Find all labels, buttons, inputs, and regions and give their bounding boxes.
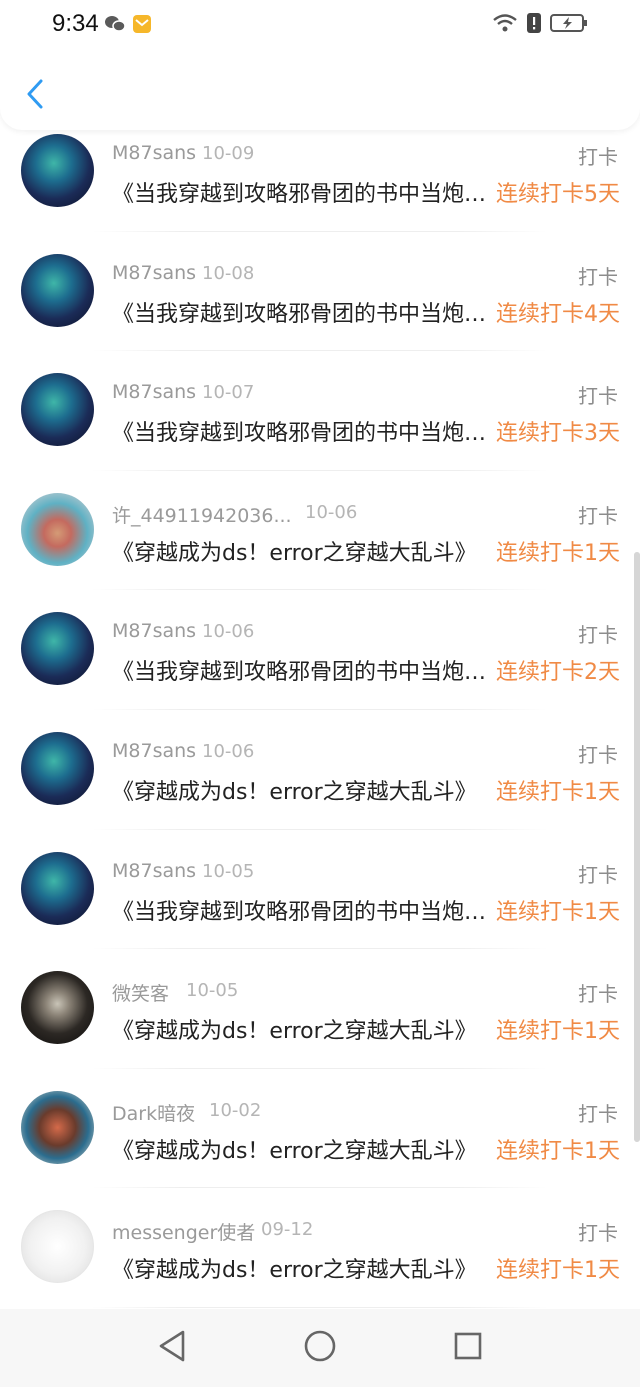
streak-label: 连续打卡1天: [496, 540, 620, 566]
list-item[interactable]: 许_44911942036... 10-06 打卡《穿越成为ds！error之穿越大…: [0, 471, 640, 591]
checkin-date: 10-05: [202, 860, 255, 882]
user-name[interactable]: 微笑客: [112, 979, 169, 1006]
streak-label: 连续打卡1天: [496, 899, 620, 925]
alert-icon: [526, 12, 542, 38]
user-name[interactable]: M87sans: [112, 381, 196, 403]
user-name[interactable]: M87sans: [112, 142, 196, 164]
list-item[interactable]: messenger使者 09-12 打卡《穿越成为ds！error之穿越大乱斗》 连续…: [0, 1188, 640, 1308]
checkin-date: 10-06: [202, 621, 255, 643]
home-circle-icon: [303, 1329, 337, 1367]
user-name[interactable]: M87sans: [112, 860, 196, 882]
record-type-label: 打卡: [578, 742, 618, 767]
record-type-label: 打卡: [578, 264, 618, 289]
row-divider: [92, 1306, 548, 1308]
status-right-icons: [492, 12, 588, 38]
user-name[interactable]: 许_44911942036...: [112, 501, 292, 528]
list-item[interactable]: M87sans 10-06 打卡《当我穿越到攻略邪骨团的书中当炮灰》 连续打卡2天: [0, 590, 640, 710]
avatar[interactable]: [21, 612, 94, 686]
book-title[interactable]: 《当我穿越到攻略邪骨团的书中当炮灰》: [112, 176, 500, 208]
list-item[interactable]: Dark暗夜 10-02 打卡《穿越成为ds！error之穿越大乱斗》 连续打卡1天: [0, 1069, 640, 1189]
checkin-date: 10-07: [202, 382, 255, 404]
status-left-icons: [104, 14, 152, 38]
recents-square-icon: [453, 1331, 483, 1365]
chevron-left-icon: [25, 78, 45, 114]
status-time: 9:34: [52, 10, 99, 37]
top-bar: 9:34: [0, 0, 640, 130]
book-title[interactable]: 《当我穿越到攻略邪骨团的书中当炮灰》: [112, 654, 500, 686]
mail-notification-icon: [132, 14, 152, 38]
checkin-date: 10-08: [202, 262, 255, 284]
checkin-date: 09-12: [261, 1219, 314, 1241]
avatar[interactable]: [21, 971, 94, 1045]
user-name[interactable]: M87sans: [112, 620, 196, 642]
book-title[interactable]: 《当我穿越到攻略邪骨团的书中当炮灰》: [112, 415, 500, 447]
list-item[interactable]: M87sans 10-05 打卡《当我穿越到攻略邪骨团的书中当炮灰》 连续打卡1天: [0, 830, 640, 950]
back-button[interactable]: [20, 78, 50, 114]
streak-label: 连续打卡3天: [496, 421, 620, 447]
record-type-label: 打卡: [578, 862, 618, 887]
streak-label: 连续打卡1天: [496, 1019, 620, 1045]
user-name[interactable]: M87sans: [112, 740, 196, 762]
book-title[interactable]: 《穿越成为ds！error之穿越大乱斗》: [112, 1252, 500, 1284]
battery-charging-icon: [550, 13, 588, 37]
avatar[interactable]: [21, 253, 94, 327]
checkin-list: M87sans 10-09 打卡 《当我穿越到攻略邪骨团的书中当炮灰》 连续打卡5天 M8…: [0, 112, 640, 1308]
book-title[interactable]: 《穿越成为ds！error之穿越大乱斗》: [112, 1013, 500, 1045]
record-type-label: 打卡: [578, 982, 618, 1007]
back-triangle-icon: [157, 1329, 187, 1367]
user-name[interactable]: M87sans: [112, 262, 196, 284]
streak-label: 连续打卡1天: [496, 779, 620, 805]
avatar[interactable]: [21, 492, 94, 566]
record-type-label: 打卡: [578, 1221, 618, 1246]
checkin-date: 10-02: [209, 1099, 262, 1121]
nav-recents-button[interactable]: [446, 1326, 490, 1370]
avatar[interactable]: [21, 851, 94, 925]
avatar[interactable]: [21, 1090, 94, 1164]
record-type-label: 打卡: [578, 1101, 618, 1126]
scrollbar[interactable]: [634, 552, 640, 1142]
avatar[interactable]: [21, 1210, 94, 1284]
checkin-date: 10-06: [202, 740, 255, 762]
record-type-label: 打卡: [578, 384, 618, 409]
streak-label: 连续打卡4天: [496, 301, 620, 327]
nav-home-button[interactable]: [298, 1326, 342, 1370]
record-type-label: 打卡: [578, 623, 618, 648]
streak-label: 连续打卡5天: [496, 182, 620, 207]
system-nav-bar: [0, 1309, 640, 1387]
avatar[interactable]: [21, 373, 94, 447]
scrollbar-thumb[interactable]: [634, 552, 640, 1142]
record-type-label: 打卡: [578, 503, 618, 528]
streak-label: 连续打卡1天: [496, 1258, 620, 1284]
book-title[interactable]: 《当我穿越到攻略邪骨团的书中当炮灰》: [112, 296, 500, 328]
checkin-date: 10-06: [305, 501, 358, 523]
avatar[interactable]: [21, 731, 94, 805]
checkin-date: 10-09: [202, 143, 255, 164]
user-name[interactable]: messenger使者: [112, 1218, 255, 1245]
checkin-date: 10-05: [186, 980, 239, 1002]
streak-label: 连续打卡2天: [496, 660, 620, 686]
avatar[interactable]: [21, 134, 94, 207]
wechat-icon: [104, 15, 126, 37]
record-type-label: 打卡: [578, 145, 618, 169]
book-title[interactable]: 《穿越成为ds！error之穿越大乱斗》: [112, 774, 500, 806]
list-item[interactable]: M87sans 10-06 打卡《穿越成为ds！error之穿越大乱斗》 连续打卡1天: [0, 710, 640, 830]
book-title[interactable]: 《穿越成为ds！error之穿越大乱斗》: [112, 535, 500, 567]
nav-back-button[interactable]: [150, 1326, 194, 1370]
streak-label: 连续打卡1天: [496, 1138, 620, 1164]
book-title[interactable]: 《穿越成为ds！error之穿越大乱斗》: [112, 1133, 500, 1165]
book-title[interactable]: 《当我穿越到攻略邪骨团的书中当炮灰》: [112, 894, 500, 926]
wifi-icon: [492, 13, 518, 37]
user-name[interactable]: Dark暗夜: [112, 1099, 195, 1126]
list-item[interactable]: M87sans 10-07 打卡《当我穿越到攻略邪骨团的书中当炮灰》 连续打卡3天: [0, 351, 640, 471]
screen: 9:34 M87sans 10-09 打卡 《当我穿越到攻略邪骨团的书中当炮灰》…: [0, 0, 640, 1387]
list-item[interactable]: 微笑客 10-05 打卡《穿越成为ds！error之穿越大乱斗》 连续打卡1天: [0, 949, 640, 1069]
list-item[interactable]: M87sans 10-08 打卡《当我穿越到攻略邪骨团的书中当炮灰》 连续打卡4天: [0, 232, 640, 352]
